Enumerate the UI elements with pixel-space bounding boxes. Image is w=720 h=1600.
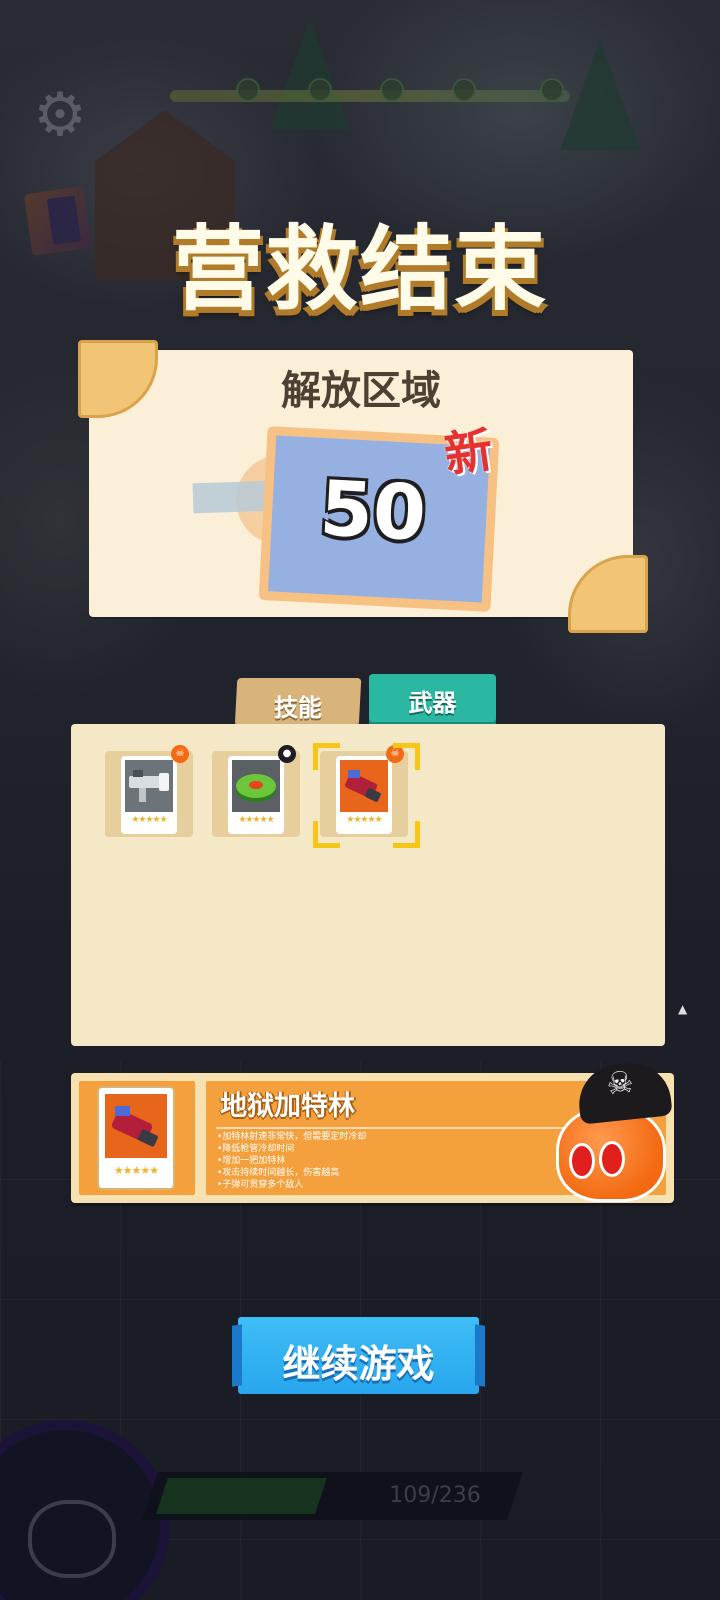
- continue-button[interactable]: 继续游戏: [238, 1317, 479, 1394]
- weapon-description: •加特林射速非常快，但需要定时冷却 •降低枪管冷却时间 •增加一把加特林 •攻击…: [217, 1131, 577, 1191]
- star-rating: ★★★★★: [131, 815, 167, 825]
- selection-corner: [313, 821, 340, 848]
- tab-skills-label[interactable]: 技能: [236, 688, 360, 723]
- weapon-card-disc-mine[interactable]: ★★★★★ ●: [212, 745, 300, 837]
- description-line: •攻击持续时间越长，伤害越高: [217, 1168, 340, 1178]
- description-line: •降低枪管冷却时间: [217, 1144, 295, 1154]
- gatling-gun-icon: [105, 1094, 167, 1158]
- star-rating: ★★★★★: [238, 815, 274, 825]
- gear-icon[interactable]: ⚙: [30, 85, 90, 145]
- progress-node: [540, 78, 564, 102]
- tree-decoration: [560, 40, 640, 150]
- progress-node: [452, 78, 476, 102]
- selection-corner: [393, 821, 420, 848]
- selection-corner: [313, 743, 340, 770]
- star-rating: ★★★★★: [113, 1164, 159, 1177]
- mascot-eye: [599, 1141, 625, 1177]
- selection-corner: [393, 743, 420, 770]
- tape-decoration: [192, 480, 274, 514]
- tab-weapons-label[interactable]: 武器: [369, 683, 496, 718]
- bomb-mascot-icon: ●: [278, 745, 296, 763]
- area-number: 50: [317, 463, 429, 558]
- skull-icon: ☠: [604, 1064, 636, 1103]
- green-disc-mine-icon: [232, 760, 280, 812]
- xp-bar-fill: [156, 1478, 327, 1514]
- avatar[interactable]: [28, 1500, 116, 1578]
- level-progress-track: [170, 90, 570, 102]
- page-title: 营救结束: [171, 216, 548, 323]
- gatling-gun-icon: [340, 760, 388, 812]
- mascot-eye: [569, 1143, 595, 1179]
- arrow-up-icon: ▲: [678, 1002, 688, 1016]
- new-badge: 新: [441, 421, 497, 485]
- description-line: •增加一把加特林: [217, 1156, 286, 1166]
- continue-button-label[interactable]: 继续游戏: [238, 1333, 479, 1388]
- progress-node: [380, 78, 404, 102]
- area-heading: 解放区域: [281, 368, 441, 414]
- xp-text: 109/236: [389, 1483, 481, 1508]
- description-line: •加特林射速非常快，但需要定时冷却: [217, 1132, 367, 1142]
- weapon-card-rocket[interactable]: ★★★★★ ☠: [105, 745, 193, 837]
- tree-decoration: [270, 20, 350, 130]
- weapon-name: 地狱加特林: [220, 1091, 355, 1122]
- detail-weapon-card: ★★★★★: [97, 1086, 175, 1190]
- description-line: •子弹可贯穿多个敌人: [217, 1180, 304, 1190]
- rocket-launcher-icon: [125, 760, 173, 812]
- pirate-mascot-icon: ☠: [171, 745, 189, 763]
- star-rating: ★★★★★: [346, 815, 382, 825]
- progress-node: [308, 78, 332, 102]
- progress-node: [236, 78, 260, 102]
